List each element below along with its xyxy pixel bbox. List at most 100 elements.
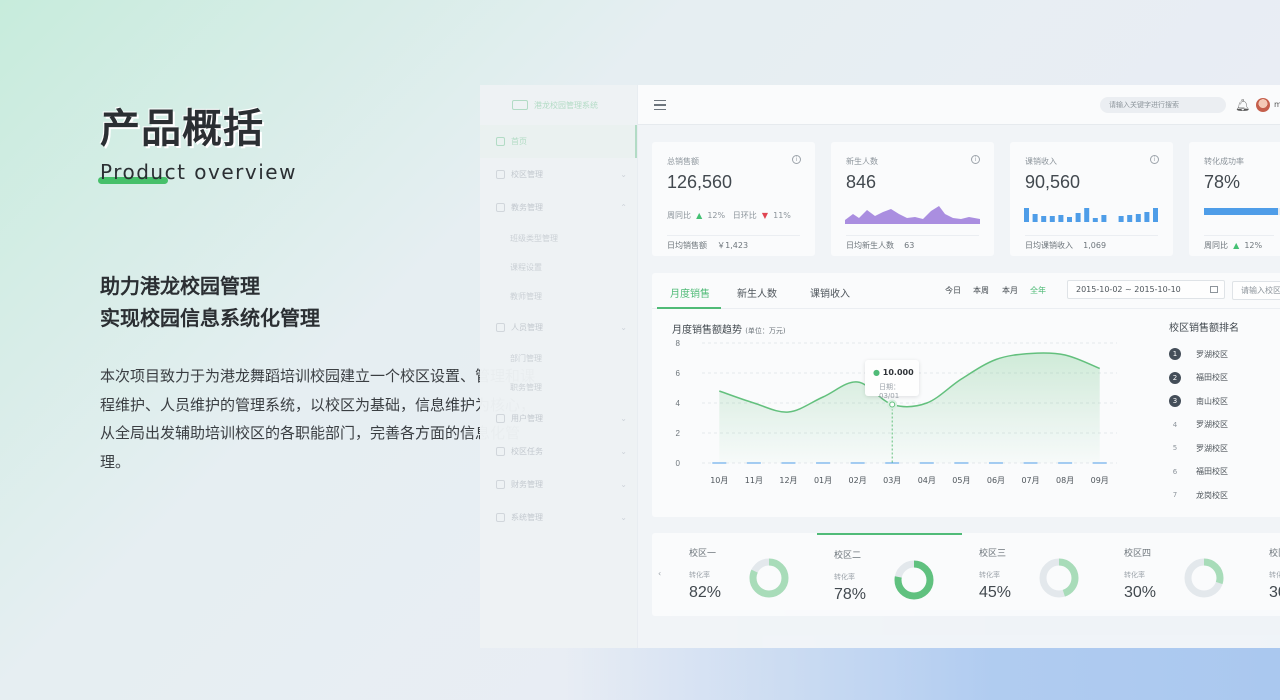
bell-icon[interactable]: 🔔︎ — [1235, 98, 1250, 112]
menu-toggle-icon[interactable] — [654, 100, 666, 110]
ranking-row: 3 南山校区 — [1169, 394, 1228, 408]
tab-new-students[interactable]: 新生人数 — [737, 285, 777, 300]
campus-name: 校区一 — [689, 549, 717, 559]
campus-conversion-card[interactable]: 校区四 转化率 30% — [1107, 533, 1252, 616]
chart-tooltip: ● 10.000 日期：03/01 — [865, 360, 919, 400]
sidebar: 港龙校园管理系统 首页 校区管理 ⌄ 教务管理 ⌃ 班级类型管理 课程设置 教师管理 人员管理 ⌄… — [480, 85, 638, 648]
sidebar-item[interactable]: 校区管理 ⌄ — [480, 158, 637, 191]
sparkline-bar — [1058, 215, 1064, 222]
conversion-label: 转化率 — [979, 571, 1000, 579]
headline-line-1: 助力港龙校园管理 — [100, 274, 260, 298]
sidebar-item[interactable]: 用户管理 ⌄ — [480, 402, 637, 435]
tab-course-revenue[interactable]: 课销收入 — [810, 285, 850, 300]
sidebar-item[interactable]: 校区任务 ⌄ — [480, 435, 637, 468]
campus-conversion-card[interactable]: 校区转化 30 — [1252, 533, 1280, 616]
menu-item-icon — [496, 203, 505, 212]
rank-badge: 1 — [1169, 348, 1181, 360]
user-name[interactable]: m — [1274, 100, 1280, 109]
sidebar-subitem-label: 部门管理 — [510, 354, 542, 363]
campus-conversion-card[interactable]: 校区三 转化率 45% — [962, 533, 1107, 616]
stat-value: 90,560 — [1025, 172, 1081, 192]
rank-badge: 4 — [1172, 420, 1178, 429]
sparkline-bar — [1075, 213, 1081, 222]
rank-campus-name: 罗湖校区 — [1196, 349, 1228, 359]
rank-badge: 6 — [1172, 467, 1178, 476]
sidebar-item[interactable]: 教务管理 ⌃ — [480, 191, 637, 224]
tooltip-value: ● 10.000 — [873, 368, 914, 377]
stat-card-sales: 总销售额 i 126,560 周同比 ▲ 12% 日环比 ▼ 11% 日均销售额… — [652, 142, 815, 256]
sidebar-item-label: 首页 — [511, 137, 527, 146]
menu-item-icon — [496, 170, 505, 179]
sidebar-item[interactable]: 人员管理 ⌄ — [480, 311, 637, 344]
sidebar-item[interactable]: 首页 — [480, 125, 637, 158]
conversion-value: 30 — [1269, 584, 1280, 601]
page-subtitle: Product overview — [98, 160, 297, 184]
progress-track — [1204, 208, 1280, 215]
stat-title: 转化成功率 — [1204, 157, 1244, 166]
rank-badge: 5 — [1172, 444, 1178, 452]
sidebar-subitem-label: 教师管理 — [510, 292, 542, 301]
x-tick-label: 09月 — [1091, 476, 1109, 485]
week-compare-label: 周同比 — [667, 211, 691, 220]
sparkline-bar — [1084, 208, 1090, 222]
chevron-icon: ⌃ — [620, 203, 627, 212]
rank-campus-name: 南山校区 — [1196, 396, 1228, 406]
tooltip-date: 日期：03/01 — [879, 383, 900, 400]
avatar[interactable] — [1256, 98, 1270, 112]
sales-trend-chart: 0 2 4 6 8 10月 11月 12月 01月 02月 03月 04月 05月 06月 07月 08月 09… — [676, 339, 1117, 485]
info-icon[interactable]: i — [792, 155, 801, 164]
rank-badge: 3 — [1169, 395, 1181, 407]
range-month[interactable]: 本月 — [1002, 285, 1018, 296]
sidebar-item-label: 校区管理 — [511, 170, 543, 179]
sidebar-item[interactable]: 系统管理 ⌄ — [480, 501, 637, 534]
campus-conversion-card[interactable]: 校区二 转化率 78% — [817, 533, 962, 616]
stat-footer: 日均销售额 ￥1,423 — [667, 235, 800, 251]
info-icon[interactable]: i — [971, 155, 980, 164]
sidebar-subitem[interactable]: 班级类型管理 — [480, 224, 637, 253]
date-range-value: 2015-10-02 ~ 2015-10-10 — [1076, 285, 1181, 294]
sparkline-bar — [1101, 215, 1107, 222]
sparkline-bar — [1092, 218, 1098, 222]
y-tick-label: 8 — [676, 339, 681, 348]
sparkline-bar — [1049, 216, 1055, 222]
stat-title: 总销售额 — [667, 157, 699, 166]
range-today[interactable]: 今日 — [945, 285, 961, 296]
range-year[interactable]: 全年 — [1030, 285, 1046, 296]
sidebar-subitem[interactable]: 职务管理 — [480, 373, 637, 402]
sparkline-bar — [1144, 212, 1150, 222]
info-icon[interactable]: i — [1150, 155, 1159, 164]
stat-comparison: 周同比 ▲ 12% 日环比 ▼ 11% — [667, 210, 791, 221]
date-range-picker[interactable]: 2015-10-02 ~ 2015-10-10 — [1067, 280, 1225, 299]
ranking-row: 6 福田校区 — [1169, 465, 1228, 479]
conversion-label: 转化率 — [834, 573, 855, 581]
conversion-donut — [1184, 558, 1224, 598]
sidebar-subitem[interactable]: 课程设置 — [480, 253, 637, 282]
range-week[interactable]: 本周 — [973, 285, 989, 296]
headline-line-2: 实现校园信息系统化管理 — [100, 306, 320, 330]
campus-search-input[interactable]: 请输入校区 — [1232, 281, 1280, 300]
search-input[interactable]: 请输入关键字进行搜索 — [1100, 97, 1226, 113]
dashboard-preview: 港龙校园管理系统 首页 校区管理 ⌄ 教务管理 ⌃ 班级类型管理 课程设置 教师管理 人员管理 ⌄… — [480, 85, 1280, 648]
rank-badge: 2 — [1169, 371, 1181, 384]
conversion-value: 30% — [1124, 584, 1157, 601]
sidebar-subitem[interactable]: 部门管理 — [480, 344, 637, 373]
y-tick-label: 2 — [676, 429, 681, 438]
sidebar-subitem-label: 课程设置 — [510, 263, 542, 272]
ranking-title: 校区销售额排名 — [1169, 323, 1239, 334]
sidebar-item-label: 用户管理 — [511, 414, 543, 423]
campus-conversion-card[interactable]: 校区一 转化率 82% — [672, 533, 817, 616]
week-compare-value: 12% — [707, 211, 726, 220]
stat-value: 126,560 — [667, 172, 733, 192]
conversion-donut — [749, 558, 789, 598]
menu-item-icon — [496, 513, 505, 522]
chevron-icon: ⌄ — [620, 480, 627, 489]
conversion-strip: ‹ 校区一转化率82%校区二转化率78%校区三转化率45%校区四转化率30%校区… — [652, 533, 1280, 616]
tab-monthly-sales[interactable]: 月度销售 — [670, 285, 710, 300]
sidebar-subitem[interactable]: 教师管理 — [480, 282, 637, 311]
rank-campus-name: 罗湖校区 — [1196, 420, 1228, 429]
active-tab-indicator — [657, 307, 721, 309]
chevron-left-icon[interactable]: ‹ — [658, 569, 661, 578]
sidebar-item[interactable]: 财务管理 ⌄ — [480, 468, 637, 501]
stat-footer-label: 日均课销收入 — [1025, 241, 1073, 250]
sparkline-bar — [1118, 216, 1124, 222]
